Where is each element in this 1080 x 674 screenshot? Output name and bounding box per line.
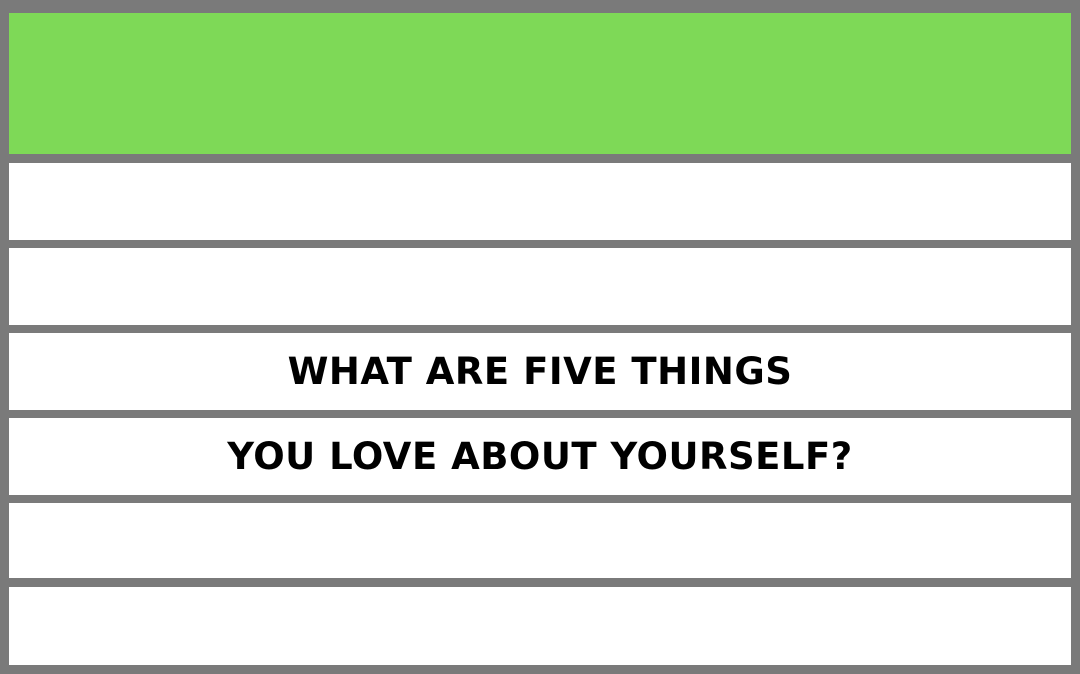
question-row-2: YOU LOVE ABOUT YOURSELF? — [9, 418, 1071, 495]
blank-row — [9, 587, 1071, 665]
blank-row — [9, 503, 1071, 578]
question-row-1: WHAT ARE FIVE THINGS — [9, 333, 1071, 410]
blank-row — [9, 163, 1071, 240]
question-line-2: YOU LOVE ABOUT YOURSELF? — [227, 435, 853, 478]
blank-row — [9, 248, 1071, 325]
header-band — [9, 13, 1071, 154]
question-line-1: WHAT ARE FIVE THINGS — [287, 350, 793, 393]
worksheet-card: WHAT ARE FIVE THINGS YOU LOVE ABOUT YOUR… — [0, 0, 1080, 674]
